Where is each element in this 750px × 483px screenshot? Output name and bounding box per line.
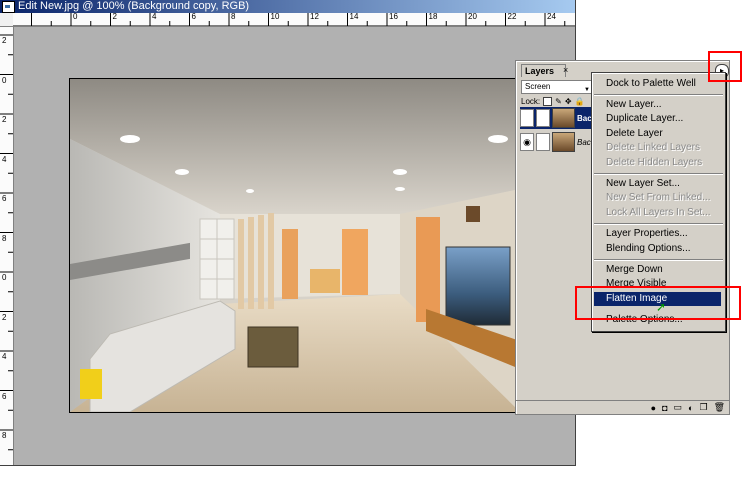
lock-icon[interactable]: 🔒 [575,97,585,106]
ruler-label: 8 [2,431,7,440]
interior-photo-image [70,79,520,412]
menu-separator [594,259,723,261]
layer-thumbnail [552,108,575,128]
ruler-label: 22 [507,13,517,21]
ruler-label: 4 [152,13,157,21]
ruler-label: 24 [547,13,556,21]
folder-icon[interactable]: ▭ [674,402,683,413]
lock-transparency-checkbox[interactable] [543,97,553,106]
lock-label: Lock: [521,97,541,106]
ruler-label: 0 [73,13,78,21]
lock-row: Lock: ✎ ✥ 🔒 [521,97,585,106]
menu-item-blending-options[interactable]: Blending Options... [594,242,721,256]
interior-photo[interactable] [69,78,521,413]
menu-separator [594,223,723,225]
document-window: Edit New.jpg @ 100% (Background copy, RG… [0,0,576,466]
ruler-label: 8 [231,13,236,21]
ruler-label: 6 [2,391,7,401]
layer-name: Bac [577,137,591,147]
ruler-label: 6 [191,13,196,21]
ruler-label: 4 [2,352,7,361]
menu-item-delete-layer[interactable]: Delete Layer [594,127,721,141]
brush-icon[interactable]: ✎ [555,97,562,106]
move-icon[interactable]: ✥ [565,97,572,106]
mask-icon[interactable]: ◘ [662,403,667,413]
eye-icon[interactable]: ◉ [520,133,535,151]
menu-separator [594,94,723,96]
mouse-cursor-icon: ➚ [656,300,667,314]
ruler-label: 14 [349,13,359,21]
blend-mode-value: Screen [525,82,551,91]
ruler-label: 2 [112,13,117,21]
layer-row[interactable]: ◉ ✎ Bac [520,107,592,129]
menu-item-delete-linked-layers: Delete Linked Layers [606,142,700,153]
eye-icon[interactable]: ◉ [520,109,535,127]
close-icon[interactable]: × [563,64,568,76]
ruler-label: 0 [2,273,7,282]
menu-item-dock-to-palette-well[interactable]: Dock to Palette Well [594,77,721,91]
link-slot [536,133,551,151]
menu-item-new-layer[interactable]: New Layer... [594,98,721,112]
ruler-label: 8 [2,233,7,243]
menu-item-merge-down[interactable]: Merge Down [594,263,721,277]
ruler-label: 18 [428,13,438,21]
trash-icon[interactable]: 🗑 [714,402,725,413]
chevron-down-icon: ▼ [584,87,590,93]
brush-icon: ✎ [536,109,551,127]
menu-item-new-set-from-linked: New Set From Linked... [606,192,711,203]
window-title: Edit New.jpg @ 100% (Background copy, RG… [18,0,250,12]
layer-row[interactable]: ◉ Bac [520,131,592,153]
horizontal-ruler[interactable]: 0 2 4 6 8 10 12 14 16 18 20 22 24 [13,13,575,27]
ruler-label: 16 [389,13,398,21]
canvas-area[interactable] [14,27,575,465]
ruler-label: 20 [468,13,477,21]
ruler-label: 0 [2,75,7,85]
horizontal-ruler-ticks [13,13,575,26]
adjustment-icon[interactable]: ◐ [688,403,693,413]
ruler-label: 2 [2,36,7,45]
annotation-highlight-box [708,51,742,82]
menu-separator [594,173,723,175]
ruler-label: 10 [270,13,280,21]
ruler-label: 2 [2,312,7,322]
palette-bottom-bar: ● ◘ ▭ ◐ ❐ 🗑 [516,400,729,414]
menu-item-lock-all-layers-in-set: Lock All Layers In Set... [606,207,711,218]
ruler-label: 6 [2,194,7,203]
ruler-label: 4 [2,154,7,164]
blend-mode-select[interactable]: Screen ▼ [521,80,592,94]
ruler-corner[interactable] [0,13,14,27]
photoshop-document-icon [2,0,15,13]
menu-item-new-layer-set[interactable]: New Layer Set... [594,177,721,191]
new-layer-icon[interactable]: ❐ [699,402,707,413]
menu-item-duplicate-layer[interactable]: Duplicate Layer... [594,112,721,126]
ruler-label: 12 [310,13,319,21]
menu-item-layer-properties[interactable]: Layer Properties... [594,227,721,241]
vertical-ruler[interactable]: 2 0 2 4 6 8 0 2 4 6 8 [0,27,14,465]
layer-name: Bac [577,113,592,123]
menu-item-delete-hidden-layers: Delete Hidden Layers [606,157,703,168]
layers-tab[interactable]: Layers [521,64,566,77]
layer-thumbnail [552,132,575,152]
new-set-icon[interactable]: ● [651,403,656,413]
ruler-label: 2 [2,115,7,124]
title-bar[interactable]: Edit New.jpg @ 100% (Background copy, RG… [0,0,575,13]
